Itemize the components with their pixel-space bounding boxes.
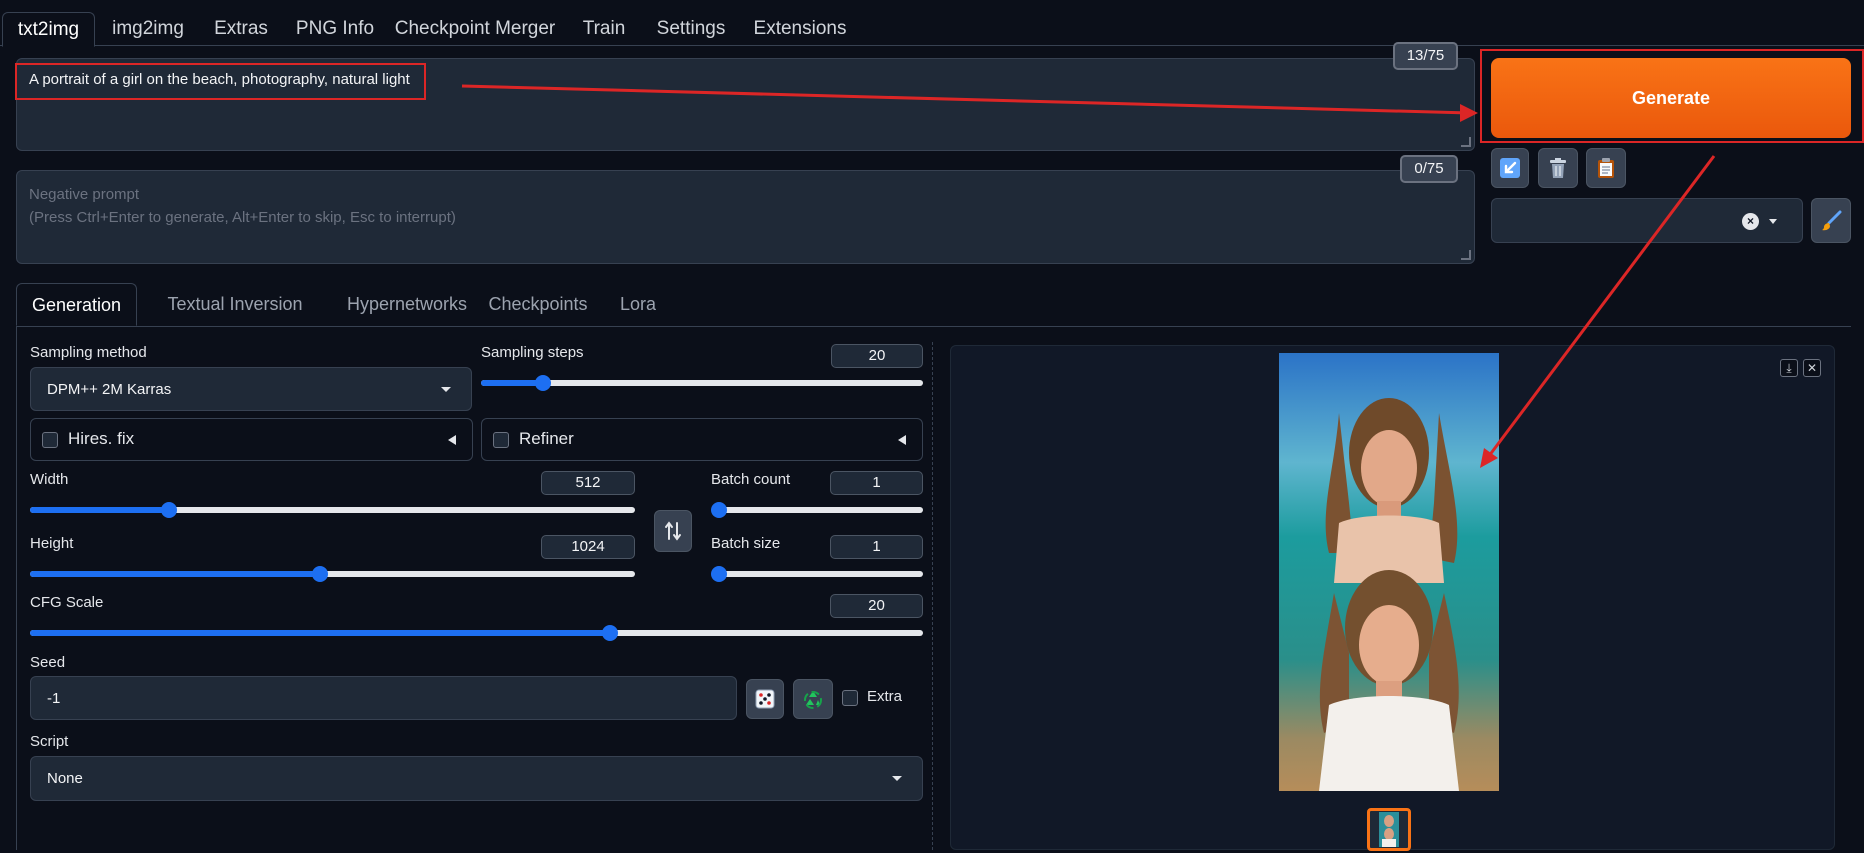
batch-size-slider-thumb[interactable] (711, 566, 727, 582)
collapse-arrow-icon (898, 435, 906, 445)
swap-icon (665, 521, 681, 541)
width-slider-thumb[interactable] (161, 502, 178, 518)
resize-handle[interactable] (1461, 137, 1471, 147)
cfg-scale-slider-fill (30, 630, 611, 636)
tab-extras[interactable]: Extras (202, 12, 280, 46)
hires-fix-label: Hires. fix (68, 429, 135, 448)
output-gallery: ⤓ ✕ (950, 345, 1835, 851)
sampling-steps-slider[interactable] (481, 375, 923, 391)
tab-checkpoints[interactable]: Checkpoints (484, 283, 592, 325)
width-input[interactable]: 512 (541, 471, 635, 495)
tab-train[interactable]: Train (566, 12, 642, 46)
trash-icon[interactable] (1538, 148, 1578, 188)
seed-value: -1 (47, 689, 61, 707)
generate-highlight-box (1480, 49, 1864, 143)
styles-dropdown[interactable]: × (1491, 198, 1803, 243)
refiner-accordion[interactable]: Refiner (481, 418, 923, 461)
negative-token-counter: 0/75 (1400, 155, 1458, 183)
tab-img2img[interactable]: img2img (98, 12, 198, 46)
prompt-token-counter: 13/75 (1393, 42, 1458, 70)
tab-hypernetworks[interactable]: Hypernetworks (332, 283, 482, 325)
tab-settings[interactable]: Settings (648, 12, 734, 46)
width-label: Width (30, 471, 69, 488)
width-slider[interactable] (30, 502, 635, 518)
cfg-scale-slider[interactable] (30, 625, 923, 641)
height-slider-thumb[interactable] (312, 566, 329, 582)
width-slider-fill (30, 507, 170, 513)
sampling-steps-label: Sampling steps (481, 344, 584, 361)
brush-icon[interactable] (1811, 198, 1851, 243)
sampling-method-select[interactable]: DPM++ 2M Karras (30, 367, 472, 411)
random-seed-button[interactable] (746, 679, 784, 719)
sampling-method-value: DPM++ 2M Karras (47, 380, 172, 398)
chevron-down-icon (892, 776, 902, 781)
height-slider[interactable] (30, 566, 635, 582)
cfg-scale-slider-thumb[interactable] (602, 625, 619, 641)
script-label: Script (30, 733, 69, 750)
clear-icon[interactable]: × (1742, 213, 1759, 230)
tab-lora[interactable]: Lora (596, 283, 680, 325)
collapse-arrow-icon (448, 435, 456, 445)
seed-label: Seed (30, 654, 66, 671)
swap-dimensions-button[interactable] (654, 510, 692, 552)
height-input[interactable]: 1024 (541, 535, 635, 559)
top-tab-bar: txt2img img2img Extras PNG Info Checkpoi… (0, 12, 1864, 47)
negative-prompt-placeholder: Negative prompt (Press Ctrl+Enter to gen… (29, 186, 456, 226)
clipboard-icon[interactable] (1586, 148, 1626, 188)
batch-size-slider[interactable] (711, 566, 923, 582)
prompt-highlight-box (15, 63, 426, 100)
extra-seed-label: Extra (867, 688, 903, 705)
chevron-down-icon (441, 386, 451, 392)
reuse-seed-button[interactable] (793, 679, 833, 719)
script-select[interactable]: None (30, 756, 923, 801)
extra-seed-checkbox[interactable] (842, 690, 858, 706)
dice-icon (755, 689, 775, 709)
close-icon[interactable]: ✕ (1803, 359, 1821, 377)
resize-handle[interactable] (1461, 250, 1471, 260)
tab-checkpoint-merger[interactable]: Checkpoint Merger (390, 12, 560, 46)
cfg-scale-input[interactable]: 20 (830, 594, 923, 618)
tab-png-info[interactable]: PNG Info (286, 12, 384, 46)
refiner-label: Refiner (519, 429, 574, 448)
tab-extensions[interactable]: Extensions (740, 12, 860, 46)
height-slider-fill (30, 571, 321, 577)
sampling-steps-slider-thumb[interactable] (534, 375, 551, 391)
batch-count-slider-thumb[interactable] (711, 502, 727, 518)
script-value: None (47, 770, 83, 787)
recycle-icon (804, 691, 822, 709)
height-label: Height (30, 535, 74, 552)
batch-count-label: Batch count (711, 471, 791, 488)
cfg-scale-label: CFG Scale (30, 594, 104, 611)
chevron-down-icon (1769, 219, 1777, 224)
sampling-steps-slider-fill (481, 380, 543, 386)
batch-count-input[interactable]: 1 (830, 471, 923, 495)
tab-textual-inversion[interactable]: Textual Inversion (142, 283, 328, 325)
negative-prompt-textarea[interactable]: Negative prompt (Press Ctrl+Enter to gen… (16, 170, 1475, 264)
sub-tab-bar: Generation Textual Inversion Hypernetwor… (16, 283, 1851, 327)
arrow-icon[interactable] (1491, 148, 1529, 188)
sampling-method-label: Sampling method (30, 344, 147, 361)
sampling-steps-input[interactable]: 20 (831, 344, 923, 368)
gallery-thumbnail[interactable] (1367, 808, 1411, 851)
tab-txt2img[interactable]: txt2img (2, 12, 95, 47)
batch-size-input[interactable]: 1 (830, 535, 923, 559)
panel-border (16, 327, 17, 850)
hires-fix-checkbox[interactable] (42, 432, 58, 448)
download-icon[interactable]: ⤓ (1780, 359, 1798, 377)
column-divider (932, 342, 933, 850)
hires-fix-accordion[interactable]: Hires. fix (30, 418, 473, 461)
batch-count-slider[interactable] (711, 502, 923, 518)
seed-input[interactable]: -1 (30, 676, 737, 720)
generated-image[interactable] (1279, 353, 1499, 791)
batch-size-label: Batch size (711, 535, 781, 552)
refiner-checkbox[interactable] (493, 432, 509, 448)
tab-generation[interactable]: Generation (16, 283, 137, 326)
